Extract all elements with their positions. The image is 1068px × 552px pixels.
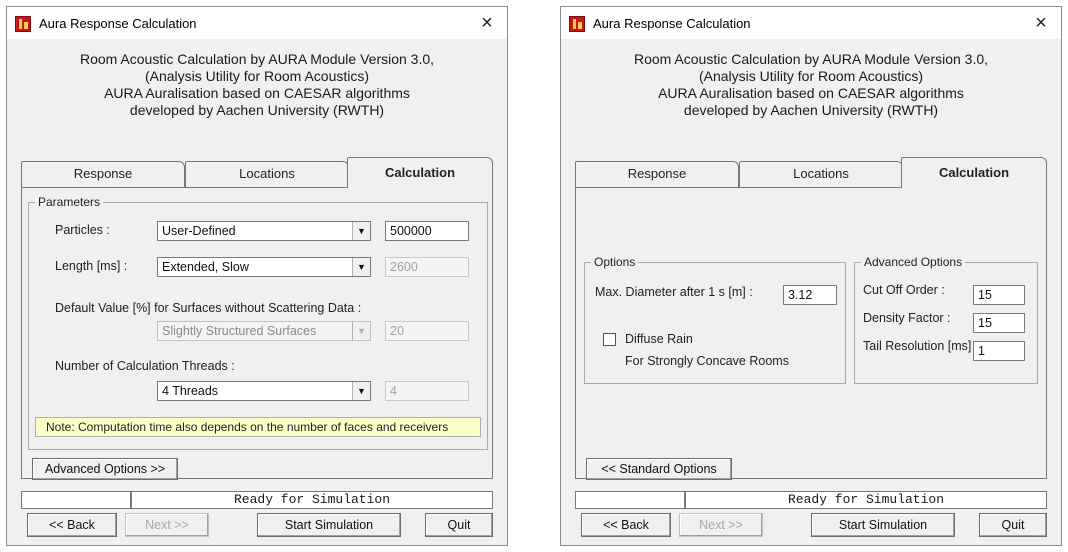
header-line: AURA Auralisation based on CAESAR algori… [658,85,964,101]
tab-strip: Response Locations Calculation [575,157,1047,188]
options-legend: Options [591,255,639,269]
aura-app-icon [569,16,585,32]
status-message: Ready for Simulation [685,491,1047,509]
particles-select-value: User-Defined [162,224,236,238]
advanced-options-group: Advanced Options Cut Off Order : 15 Dens… [854,255,1038,384]
cut-off-order-input[interactable]: 15 [973,285,1025,305]
tail-resolution-label: Tail Resolution [ms] : [863,339,979,353]
title-bar: Aura Response Calculation × [561,7,1061,39]
cut-off-order-label: Cut Off Order : [863,283,945,297]
header-line: AURA Auralisation based on CAESAR algori… [104,85,410,101]
max-diameter-label: Max. Diameter after 1 s [m] : [595,285,753,299]
particles-input[interactable]: 500000 [385,221,469,241]
status-left-pane [21,491,131,509]
window-title: Aura Response Calculation [593,16,751,31]
density-factor-label: Density Factor : [863,311,951,325]
default-scattering-label: Default Value [%] for Surfaces without S… [55,301,362,315]
tab-locations[interactable]: Locations [739,161,903,187]
next-button: Next >> [679,513,763,537]
computation-note: Note: Computation time also depends on t… [35,417,481,437]
header-line: (Analysis Utility for Room Acoustics) [698,68,924,84]
length-input: 2600 [385,257,469,277]
about-header: Room Acoustic Calculation by AURA Module… [561,51,1061,119]
particles-select[interactable]: User-Defined ▼ [157,221,371,241]
diffuse-rain-checkbox[interactable] [603,333,616,346]
title-bar: Aura Response Calculation × [7,7,507,39]
length-select[interactable]: Extended, Slow ▼ [157,257,371,277]
aura-app-icon [15,16,31,32]
length-label: Length [ms] : [55,259,128,273]
calculation-panel: Parameters Particles : User-Defined ▼ 50… [21,187,493,480]
advanced-options-button[interactable]: Advanced Options >> [32,458,178,480]
parameters-legend: Parameters [35,195,104,209]
aura-dialog-advanced: Aura Response Calculation × Room Acousti… [560,6,1062,546]
scattering-select: Slightly Structured Surfaces ▼ [157,321,371,341]
chevron-down-icon: ▼ [352,322,370,340]
close-icon[interactable]: × [475,11,499,35]
next-button: Next >> [125,513,209,537]
calculation-panel: Options Max. Diameter after 1 s [m] : 3.… [575,187,1047,480]
back-button[interactable]: << Back [581,513,671,537]
header-line: developed by Aachen University (RWTH) [683,102,939,118]
status-message: Ready for Simulation [131,491,493,509]
chevron-down-icon[interactable]: ▼ [352,258,370,276]
tab-locations[interactable]: Locations [185,161,349,187]
header-line: Room Acoustic Calculation by AURA Module… [79,51,435,67]
length-select-value: Extended, Slow [162,260,249,274]
diffuse-rain-hint: For Strongly Concave Rooms [625,354,789,368]
header-line: (Analysis Utility for Room Acoustics) [144,68,370,84]
tab-calculation[interactable]: Calculation [347,157,493,188]
tab-response[interactable]: Response [21,161,185,187]
quit-button[interactable]: Quit [979,513,1047,537]
scattering-input: 20 [385,321,469,341]
chevron-down-icon[interactable]: ▼ [352,382,370,400]
start-simulation-button[interactable]: Start Simulation [811,513,955,537]
tab-strip: Response Locations Calculation [21,157,493,188]
close-icon[interactable]: × [1029,11,1053,35]
particles-label: Particles : [55,223,110,237]
quit-button[interactable]: Quit [425,513,493,537]
standard-options-button[interactable]: << Standard Options [586,458,732,480]
threads-select[interactable]: 4 Threads ▼ [157,381,371,401]
threads-select-value: 4 Threads [162,384,219,398]
status-left-pane [575,491,685,509]
threads-label: Number of Calculation Threads : [55,359,235,373]
chevron-down-icon[interactable]: ▼ [352,222,370,240]
diffuse-rain-label: Diffuse Rain [625,332,693,346]
header-line: Room Acoustic Calculation by AURA Module… [633,51,989,67]
scattering-select-value: Slightly Structured Surfaces [162,324,317,338]
aura-dialog-standard: Aura Response Calculation × Room Acousti… [6,6,508,546]
threads-input: 4 [385,381,469,401]
window-title: Aura Response Calculation [39,16,197,31]
advanced-options-legend: Advanced Options [861,255,966,269]
max-diameter-input[interactable]: 3.12 [783,285,837,305]
start-simulation-button[interactable]: Start Simulation [257,513,401,537]
parameters-group: Parameters Particles : User-Defined ▼ 50… [28,195,488,450]
density-factor-input[interactable]: 15 [973,313,1025,333]
tab-calculation[interactable]: Calculation [901,157,1047,188]
about-header: Room Acoustic Calculation by AURA Module… [7,51,507,119]
tab-response[interactable]: Response [575,161,739,187]
header-line: developed by Aachen University (RWTH) [129,102,385,118]
tail-resolution-input[interactable]: 1 [973,341,1025,361]
options-group: Options Max. Diameter after 1 s [m] : 3.… [584,255,846,384]
back-button[interactable]: << Back [27,513,117,537]
